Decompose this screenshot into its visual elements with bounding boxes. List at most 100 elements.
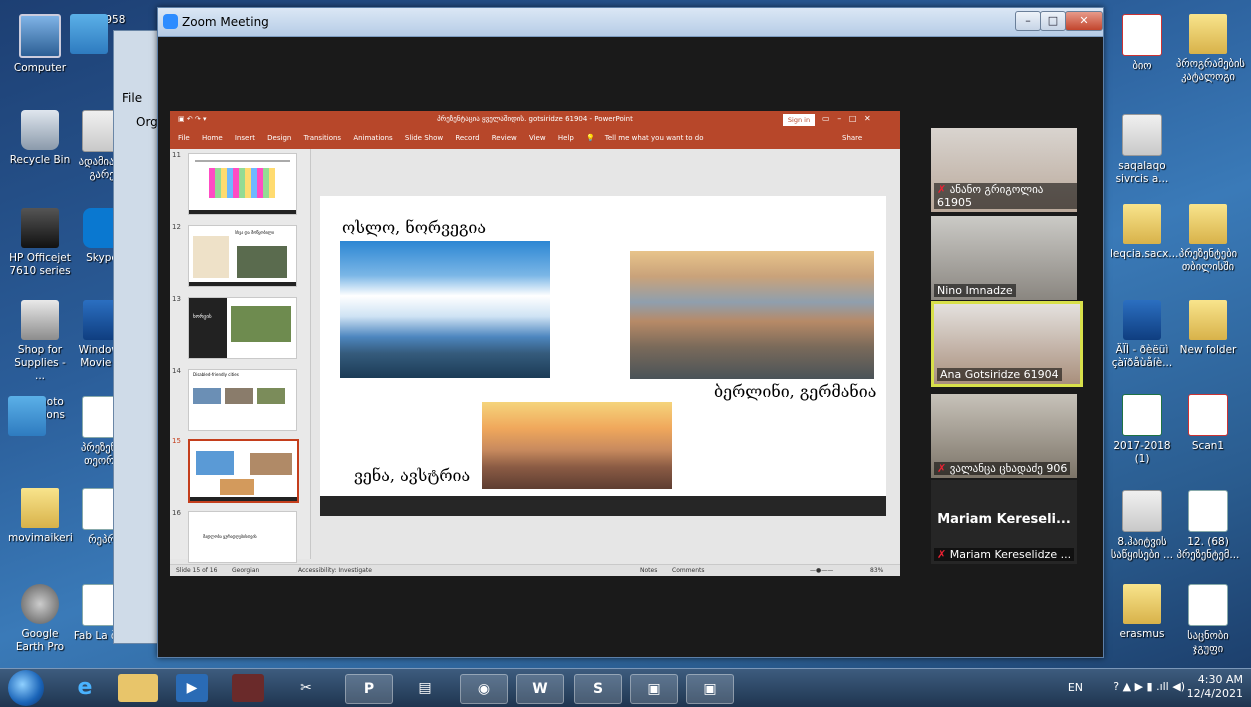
language-indicator[interactable]: EN bbox=[1068, 681, 1083, 694]
tab-record: Record bbox=[455, 134, 480, 142]
participant-display-name: Mariam Kereseli... bbox=[937, 512, 1071, 527]
oslo-caption: ოსლო, ნორვეგია bbox=[342, 218, 487, 237]
desktop-icon-excel-2017[interactable]: 2017-2018 (1) bbox=[1110, 394, 1174, 466]
zoom-logo-icon bbox=[163, 14, 178, 29]
system-tray: EN ? ▲ ▶ ▮ .ıll ◀) 4:30 AM 12/4/2021 bbox=[1068, 673, 1243, 701]
taskbar-chrome-icon[interactable]: ◉ bbox=[460, 674, 508, 704]
desktop-icon-hp-officejet[interactable]: HP Officejet 7610 series bbox=[8, 208, 72, 278]
maximize-button[interactable]: □ bbox=[1040, 11, 1066, 31]
tray-icons[interactable]: ? ▲ ▶ ▮ .ıll ◀) bbox=[1113, 680, 1185, 693]
desktop-icon-word-group[interactable]: საცნობი ჯგუფი bbox=[1176, 584, 1240, 656]
photo-icon bbox=[70, 14, 108, 54]
desktop-icon-movimaikeri[interactable]: movimaikeri bbox=[8, 488, 73, 545]
tab-design: Design bbox=[267, 134, 292, 142]
taskbar-media-icon[interactable]: ▶ bbox=[176, 674, 208, 702]
taskbar-zoom-icon[interactable]: ▣ bbox=[630, 674, 678, 704]
desktop-icon-scan1[interactable]: Scan1 bbox=[1176, 394, 1240, 453]
desktop-icon-google-earth[interactable]: Google Earth Pro bbox=[8, 584, 72, 654]
folder-icon bbox=[1123, 584, 1161, 624]
start-button[interactable] bbox=[8, 670, 44, 706]
desktop-icon-1026958[interactable]: 1026958 bbox=[70, 14, 134, 54]
desktop-icon-word-12[interactable]: 12. (68) პრეზენტემ... bbox=[1176, 490, 1240, 562]
comments-button: Comments bbox=[672, 567, 705, 574]
participant-tile-active-speaker[interactable]: Ana Gotsiridze 61904 bbox=[931, 301, 1083, 387]
taskbar-powerpoint-icon[interactable]: P bbox=[345, 674, 393, 704]
slide-thumbnail: Disabled-friendly cities bbox=[188, 369, 297, 431]
oslo-photo bbox=[340, 241, 550, 378]
close-button[interactable]: ✕ bbox=[1065, 11, 1103, 31]
pdf-icon bbox=[1122, 14, 1162, 56]
folder-icon bbox=[21, 488, 59, 528]
tab-help: Help bbox=[557, 134, 574, 142]
shared-screen-powerpoint: ▣ ↶ ↷ ▾ პრეზენტაცია ყველაშიდის. gotsirid… bbox=[170, 111, 900, 576]
desktop-icon-saqalaqo[interactable]: saqalaqo sivrcis a... bbox=[1110, 114, 1174, 186]
taskbar-snipping-icon[interactable]: ✂ bbox=[290, 674, 322, 702]
participant-tile[interactable]: ✗ ვალანცა ცხადაძე 906 bbox=[931, 394, 1077, 478]
slide-thumbnail: მადლობა ყურადღებისთვის bbox=[188, 511, 297, 563]
slide-canvas: ოსლო, ნორვეგია ბერლინი, გერმანია ვენა, ა… bbox=[320, 196, 886, 516]
zoom-titlebar[interactable]: Zoom Meeting – □ ✕ bbox=[158, 8, 1103, 37]
folder-icon bbox=[1189, 204, 1227, 244]
participant-name: ✗ ანანო გრიგოლია 61905 bbox=[934, 183, 1077, 209]
ppt-window-controls: ▭ – □ ✕ bbox=[822, 114, 871, 123]
tab-home: Home bbox=[201, 134, 223, 142]
desktop-icon-ppt-8[interactable]: 8.ჰაიტვის საწყისები ... bbox=[1110, 490, 1174, 562]
participant-tile[interactable]: Nino Imnadze bbox=[931, 216, 1077, 300]
organize-menu[interactable]: Org bbox=[136, 115, 158, 129]
desktop-icon-tbilisi[interactable]: პრეზენტები თბილისში bbox=[1176, 204, 1240, 274]
desktop-icon-catalog[interactable]: პროგრამების კატალოგი bbox=[1176, 14, 1245, 84]
slide-footer-bar bbox=[320, 496, 886, 516]
vienna-caption: ვენა, ავსტრია bbox=[354, 466, 471, 485]
clock-time[interactable]: 4:30 AM bbox=[1187, 673, 1243, 687]
thumb-number: 11 bbox=[172, 151, 181, 159]
desktop-icon-new-folder[interactable]: New folder bbox=[1176, 300, 1240, 357]
participant-name: Nino Imnadze bbox=[934, 284, 1016, 297]
taskbar-word-icon[interactable]: W bbox=[516, 674, 564, 704]
tab-view: View bbox=[528, 134, 546, 142]
taskbar-ie-icon[interactable]: e bbox=[62, 674, 108, 702]
participant-tile[interactable]: ✗ ანანო გრიგოლია 61905 bbox=[931, 128, 1077, 212]
tab-slide-show: Slide Show bbox=[404, 134, 444, 142]
desktop-icon-video[interactable]: ÄÏÌ - ðèëüì çàïðåùåíè... bbox=[1110, 300, 1174, 370]
taskbar-zoom-icon-2[interactable]: ▣ bbox=[686, 674, 734, 704]
taskbar: e ▶ ✂ P ▤ ◉ W S ▣ ▣ EN ? ▲ ▶ ▮ .ıll ◀) 4… bbox=[0, 668, 1251, 707]
share-button: Share bbox=[842, 134, 863, 142]
taskbar-app-icon[interactable] bbox=[232, 674, 264, 702]
berlin-caption: ბერლინი, გერმანია bbox=[714, 382, 877, 401]
tab-insert: Insert bbox=[234, 134, 255, 142]
desktop-icon-computer[interactable]: Computer bbox=[8, 14, 72, 75]
taskbar-skype-icon[interactable]: S bbox=[574, 674, 622, 704]
clock-date[interactable]: 12/4/2021 bbox=[1187, 687, 1243, 701]
muted-mic-icon: ✗ bbox=[937, 462, 947, 475]
accessibility-status: Accessibility: Investigate bbox=[298, 567, 372, 574]
zoom-window[interactable]: Zoom Meeting – □ ✕ ▣ ↶ ↷ ▾ პრეზენტაცია ყ… bbox=[157, 7, 1104, 658]
taskbar-explorer-icon[interactable] bbox=[118, 674, 158, 702]
taskbar-scanner-icon[interactable]: ▤ bbox=[405, 674, 445, 702]
minimize-button[interactable]: – bbox=[1015, 11, 1041, 31]
desktop-icon-hp-photo[interactable]: HP Photo Creations bbox=[8, 396, 72, 436]
participant-name: ✗ Mariam Kereselidze ... bbox=[934, 548, 1075, 561]
file-menu[interactable]: File bbox=[122, 91, 142, 105]
tell-me-lightbulb-icon: 💡 bbox=[586, 134, 595, 142]
desktop-icon-leqcia[interactable]: leqcia.sacx... bbox=[1110, 204, 1178, 261]
participant-tile[interactable]: Mariam Kereseli... ✗ Mariam Kereselidze … bbox=[931, 480, 1077, 564]
vienna-photo bbox=[482, 402, 672, 489]
thumb-number: 13 bbox=[172, 295, 181, 303]
desktop-icon-bio-pdf[interactable]: ბიო bbox=[1110, 14, 1174, 73]
participant-name: Ana Gotsiridze 61904 bbox=[937, 368, 1062, 381]
tab-file: File bbox=[178, 134, 190, 142]
slide-thumbnails-pane: 11 12 სხვა და მოწყობილი 13 ხორცის 14 Dis… bbox=[170, 149, 311, 563]
desktop-icon-shop-supplies[interactable]: Shop for Supplies - ... bbox=[8, 300, 72, 383]
recycle-bin-icon bbox=[21, 110, 59, 150]
desktop-icon-recycle-bin[interactable]: Recycle Bin bbox=[8, 110, 72, 167]
desktop-icon-erasmus[interactable]: erasmus bbox=[1110, 584, 1174, 641]
slide-thumbnail: სხვა და მოწყობილი bbox=[188, 225, 297, 287]
printer-icon bbox=[21, 208, 59, 248]
slide-thumbnail-selected bbox=[188, 439, 299, 503]
muted-mic-icon: ✗ bbox=[937, 183, 947, 196]
sign-in-button: Sign in bbox=[783, 114, 815, 126]
ppt-icon bbox=[1122, 114, 1162, 156]
folder-icon bbox=[1123, 204, 1161, 244]
zoom-title: Zoom Meeting bbox=[182, 15, 269, 29]
berlin-photo bbox=[630, 251, 874, 379]
